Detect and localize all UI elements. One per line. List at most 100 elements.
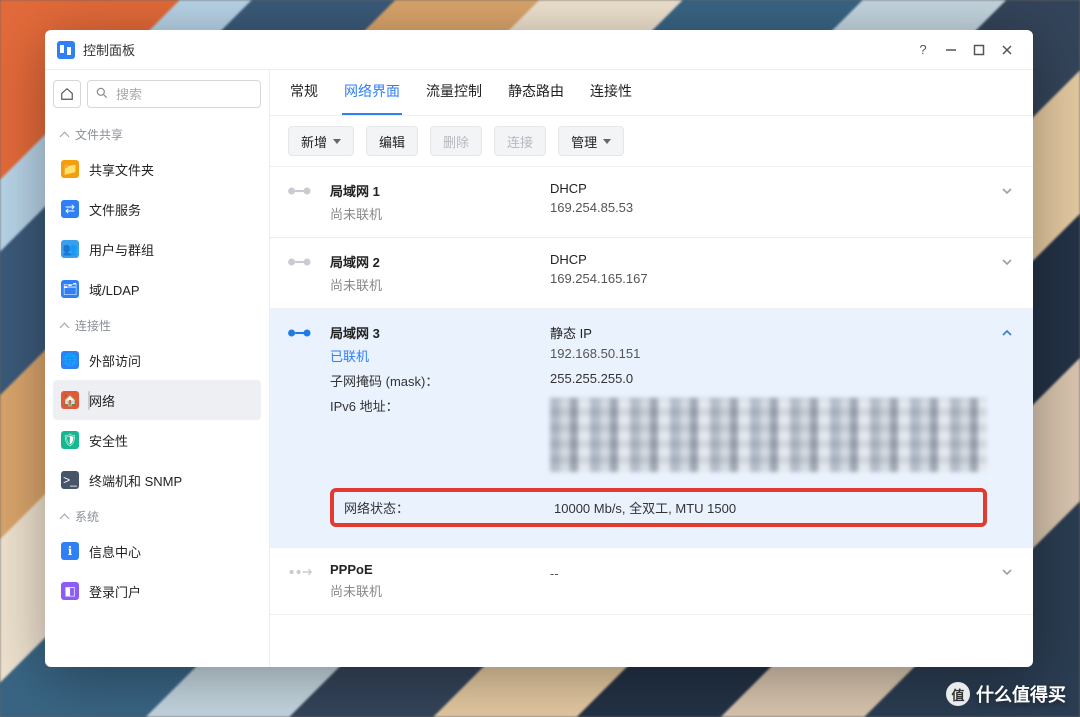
interface-name: PPPoE — [330, 562, 550, 577]
interface-ip: 169.254.85.53 — [550, 200, 987, 215]
home-button[interactable] — [53, 80, 81, 108]
tab-流量控制[interactable]: 流量控制 — [424, 69, 484, 115]
close-button[interactable] — [993, 36, 1021, 64]
port-icon — [270, 323, 330, 341]
tab-常规[interactable]: 常规 — [288, 69, 320, 115]
interface-status: 尚未联机 — [330, 275, 550, 294]
tab-连接性[interactable]: 连接性 — [588, 69, 634, 115]
toolbar-新增[interactable]: 新增 — [288, 126, 354, 156]
interface-ip: -- — [550, 566, 987, 581]
sidebar-item-label: 用户与群组 — [89, 240, 154, 259]
sidebar-item-icon: 📁 — [61, 160, 79, 178]
toolbar-button-label: 连接 — [507, 132, 533, 151]
expand-toggle[interactable] — [987, 562, 1027, 578]
content-pane: 常规网络界面流量控制静态路由连接性 新增 编辑 删除 连接 管理 局域网 1 尚未联机 … — [270, 70, 1033, 667]
chevron-up-icon — [59, 512, 69, 522]
expand-toggle[interactable] — [987, 323, 1027, 339]
toolbar-管理[interactable]: 管理 — [558, 126, 624, 156]
interface-type: DHCP — [550, 252, 987, 267]
interface-ip: 169.254.165.167 — [550, 271, 987, 286]
detail-value-ipv6-redacted — [550, 398, 987, 472]
toolbar-删除: 删除 — [430, 126, 482, 156]
sidebar-item-用户与群组[interactable]: 👥 用户与群组 — [53, 229, 261, 269]
sidebar-item-label: 登录门户 — [89, 582, 141, 601]
interface-row[interactable]: 局域网 1 尚未联机 DHCP 169.254.85.53 — [270, 167, 1033, 238]
window-title: 控制面板 — [83, 40, 135, 59]
detail-label-mask: 子网掩码 (mask)： — [330, 371, 550, 390]
interface-row[interactable]: 局域网 2 尚未联机 DHCP 169.254.165.167 — [270, 238, 1033, 309]
sidebar-item-label: 共享文件夹 — [89, 160, 154, 179]
sidebar-item-icon: >_ — [61, 471, 79, 489]
chevron-up-icon — [59, 321, 69, 331]
sidebar-item-文件服务[interactable]: ⇄文件服务 — [53, 189, 261, 229]
toolbar-button-label: 删除 — [443, 132, 469, 151]
interface-details: 子网掩码 (mask)： 255.255.255.0 IPv6 地址： 网络状态… — [270, 365, 1027, 533]
sidebar-item-外部访问[interactable]: 🌐 外部访问 — [53, 340, 261, 380]
search-icon — [95, 86, 109, 103]
tabs: 常规网络界面流量控制静态路由连接性 — [270, 70, 1033, 116]
search-input[interactable] — [87, 80, 261, 108]
sidebar-item-icon: ℹ — [61, 542, 79, 560]
watermark-text: 什么值得买 — [976, 681, 1066, 707]
caret-down-icon — [603, 139, 611, 144]
toolbar-button-label: 新增 — [301, 132, 327, 151]
minimize-button[interactable] — [937, 36, 965, 64]
expand-toggle[interactable] — [987, 252, 1027, 268]
sidebar-item-信息中心[interactable]: ℹ 信息中心 — [53, 531, 261, 571]
highlight-network-state: 网络状态： 10000 Mb/s, 全双工, MTU 1500 — [330, 488, 987, 527]
interface-name: 局域网 3 — [330, 323, 550, 342]
sidebar-item-icon: 👥 — [61, 240, 79, 258]
interface-status: 尚未联机 — [330, 204, 550, 223]
help-button[interactable]: ? — [909, 36, 937, 64]
expand-toggle[interactable] — [987, 181, 1027, 197]
sidebar-item-icon: 🗂 — [61, 280, 79, 298]
sidebar-group-title[interactable]: 连接性 — [53, 309, 261, 340]
interface-status: 尚未联机 — [330, 581, 550, 600]
tab-静态路由[interactable]: 静态路由 — [506, 69, 566, 115]
sidebar-group-title[interactable]: 文件共享 — [53, 118, 261, 149]
port-icon — [270, 562, 330, 580]
tab-网络界面[interactable]: 网络界面 — [342, 69, 402, 115]
detail-label-ipv6: IPv6 地址： — [330, 396, 550, 476]
detail-label-netstate: 网络状态： — [344, 498, 554, 517]
sidebar-group-title[interactable]: 系统 — [53, 500, 261, 531]
sidebar-item-label: 网络 — [89, 391, 115, 410]
port-icon — [270, 181, 330, 199]
sidebar-item-label: 终端机和 SNMP — [89, 471, 182, 490]
interface-name: 局域网 2 — [330, 252, 550, 271]
interface-list: 局域网 1 尚未联机 DHCP 169.254.85.53 局域网 2 尚未联机… — [270, 167, 1033, 667]
sidebar-item-域/LDAP[interactable]: 🗂 域/LDAP — [53, 269, 261, 309]
toolbar: 新增 编辑 删除 连接 管理 — [270, 116, 1033, 167]
sidebar-item-icon: ⇄ — [61, 200, 79, 218]
port-icon — [270, 252, 330, 270]
sidebar-item-登录门户[interactable]: ◧登录门户 — [53, 571, 261, 611]
interface-type: DHCP — [550, 181, 987, 196]
sidebar-item-label: 域/LDAP — [89, 280, 140, 299]
caret-down-icon — [333, 139, 341, 144]
interface-name: 局域网 1 — [330, 181, 550, 200]
sidebar-item-icon: 🏠 — [61, 391, 79, 409]
sidebar-item-label: 安全性 — [89, 431, 128, 450]
toolbar-编辑[interactable]: 编辑 — [366, 126, 418, 156]
toolbar-button-label: 管理 — [571, 132, 597, 151]
watermark: 值 什么值得买 — [946, 681, 1066, 707]
maximize-button[interactable] — [965, 36, 993, 64]
interface-type: 静态 IP — [550, 323, 987, 342]
watermark-badge-icon: 值 — [946, 682, 970, 706]
sidebar-item-终端机和 SNMP[interactable]: >_ 终端机和 SNMP — [53, 460, 261, 500]
toolbar-button-label: 编辑 — [379, 132, 405, 151]
detail-value-netstate: 10000 Mb/s, 全双工, MTU 1500 — [554, 498, 973, 517]
sidebar-item-安全性[interactable]: 🛡 安全性 — [53, 420, 261, 460]
titlebar: 控制面板 ? — [45, 30, 1033, 70]
interface-row[interactable]: 局域网 3 已联机 静态 IP 192.168.50.151 子网掩码 (mas… — [270, 309, 1033, 548]
sidebar-item-icon: 🌐 — [61, 351, 79, 369]
sidebar-item-共享文件夹[interactable]: 📁 共享文件夹 — [53, 149, 261, 189]
sidebar-item-icon: 🛡 — [61, 431, 79, 449]
interface-status: 已联机 — [330, 346, 550, 365]
sidebar-item-label: 外部访问 — [89, 351, 141, 370]
sidebar-item-label: 信息中心 — [89, 542, 141, 561]
interface-row[interactable]: PPPoE 尚未联机 -- — [270, 548, 1033, 615]
sidebar-item-网络[interactable]: 🏠 网络 — [53, 380, 261, 420]
detail-value-mask: 255.255.255.0 — [550, 371, 987, 390]
app-icon — [57, 41, 75, 59]
